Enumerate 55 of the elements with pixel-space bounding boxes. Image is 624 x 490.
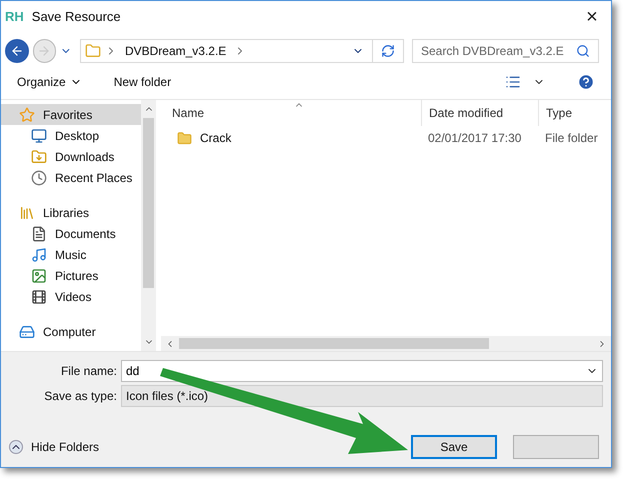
scrollbar-thumb[interactable] [179,338,489,349]
sidebar-item[interactable]: Libraries [1,202,141,223]
folder-icon [84,43,101,59]
address-bar[interactable]: DVBDream_v3.2.E [80,39,404,63]
sidebar-item[interactable]: Documents [1,223,141,244]
save-button[interactable]: Save [411,435,497,459]
document-icon [31,226,47,242]
clock-icon [31,170,47,186]
sidebar-item[interactable]: Music [1,244,141,265]
search-input: Search DVBDream_v3.2.E [420,42,576,60]
breadcrumb-item[interactable]: DVBDream_v3.2.E [124,42,226,60]
organize-menu[interactable]: Organize [17,73,82,91]
sidebar-item[interactable]: Recent Places [1,167,141,188]
column-header[interactable]: Date modified [421,100,538,126]
library-icon [19,204,35,220]
star-icon [19,106,35,122]
field-label: Save as type: [43,388,118,405]
column-header[interactable]: Type [538,100,611,126]
file-name: Crack [200,130,232,147]
close-button[interactable]: × [577,7,607,27]
search-icon [576,44,590,58]
app-logo: RH [5,8,24,26]
collapse-icon [9,440,23,454]
back-button[interactable] [5,39,29,63]
type-cell-text: File folder [544,130,599,147]
sidebar-item[interactable]: Computer [1,321,141,342]
field-label: File name: [60,363,118,380]
view-list-icon[interactable] [505,74,521,90]
new-folder-button[interactable]: New folder [114,73,172,91]
scrollbar-thumb[interactable] [143,118,154,288]
file-name-input: dd [126,362,586,380]
sidebar-item[interactable]: Videos [1,286,141,307]
monitor-icon [31,128,47,144]
sidebar-item[interactable]: Downloads [1,146,141,167]
window-title: Save Resource [32,8,121,26]
date-cell-text: 02/01/2017 17:30 [427,130,522,147]
forward-arrow-icon [37,44,52,58]
sidebar-item[interactable]: Favorites [1,104,141,125]
column-header[interactable]: Name [161,104,421,122]
music-note-icon [31,246,47,262]
refresh-icon[interactable] [380,44,395,58]
hide-folders-button[interactable]: Hide Folders [9,438,100,456]
sidebar-item[interactable]: Desktop [1,125,141,146]
horizontal-scrollbar[interactable] [161,336,611,351]
search-field[interactable]: Search DVBDream_v3.2.E [412,39,599,63]
sidebar-item[interactable]: Pictures [1,265,141,286]
download-folder-icon [31,148,47,164]
help-icon[interactable] [577,73,595,91]
picture-icon [31,268,47,284]
file-row[interactable]: Crack 02/01/2017 17:30 File folder [161,126,611,150]
file-name-field[interactable]: dd [121,360,603,382]
folder-icon [177,130,192,146]
vertical-scrollbar[interactable] [141,100,156,351]
type-dropdown[interactable]: Icon files (*.ico) [121,385,603,407]
film-icon [31,288,47,304]
